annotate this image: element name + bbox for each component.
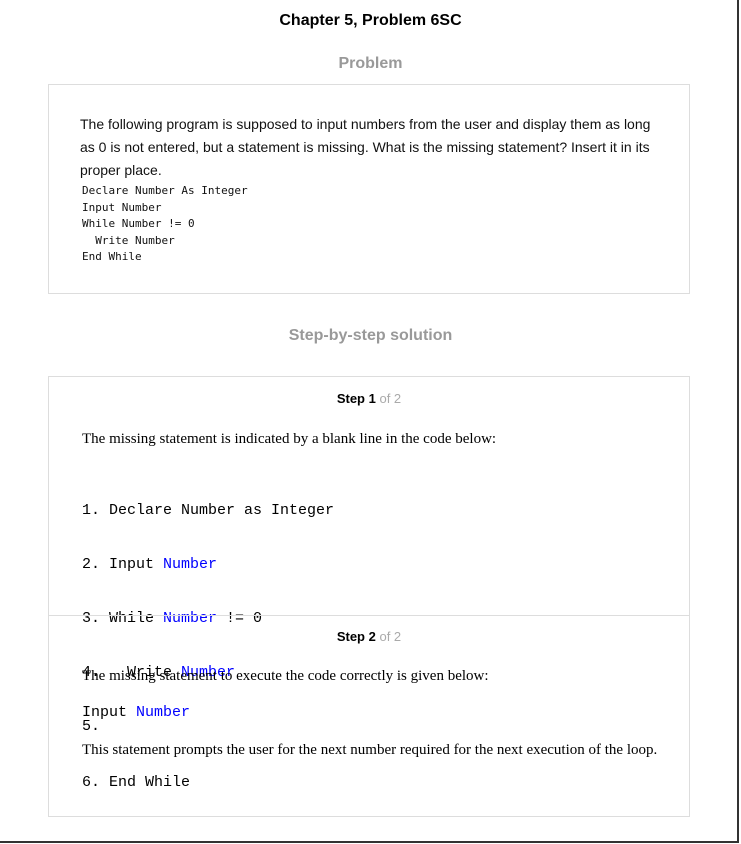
code-text: != 0 bbox=[217, 610, 263, 627]
code-keyword: Number bbox=[163, 610, 218, 627]
step-label: Step 1 bbox=[336, 391, 376, 406]
code-keyword: Number bbox=[136, 704, 191, 721]
code-line: 2. Input Number bbox=[82, 556, 334, 574]
step-divider bbox=[49, 615, 689, 616]
problem-box: The following program is supposed to inp… bbox=[48, 84, 690, 294]
solution-box: Step 1 of 2 The missing statement is ind… bbox=[48, 376, 690, 817]
code-line: Input Number bbox=[82, 200, 162, 214]
step-1-code: 1. Declare Number as Integer 2. Input Nu… bbox=[82, 466, 334, 828]
code-text: 6. End While bbox=[82, 774, 191, 791]
code-text: 2. Input bbox=[82, 556, 164, 573]
code-text: 3. While bbox=[82, 610, 164, 627]
step-count: of 2 bbox=[379, 629, 402, 644]
step-1-text: The missing statement is indicated by a … bbox=[82, 431, 497, 447]
code-line: 6. End While bbox=[82, 774, 334, 792]
step-2-code: Input Number bbox=[82, 704, 190, 722]
code-line: 1. Declare Number as Integer bbox=[82, 502, 334, 520]
step-2-text: The missing statement to execute the cod… bbox=[82, 668, 489, 684]
step-2-explanation: This statement prompts the user for the … bbox=[82, 742, 658, 758]
page-title: Chapter 5, Problem 6SC bbox=[279, 12, 462, 29]
code-line: Write Number bbox=[82, 233, 175, 247]
step-label: Step 2 bbox=[336, 629, 376, 644]
code-line: 3. While Number != 0 bbox=[82, 610, 334, 628]
problem-heading: Problem bbox=[338, 55, 403, 72]
step-2-header: Step 2 of 2 bbox=[49, 629, 689, 644]
problem-text: The following program is supposed to inp… bbox=[80, 116, 651, 178]
problem-code: Declare Number As Integer Input Number Whi… bbox=[82, 183, 248, 266]
code-line: End While bbox=[82, 250, 142, 264]
code-line: Declare Number As Integer bbox=[82, 184, 248, 197]
step-1-header: Step 1 of 2 bbox=[49, 391, 689, 406]
step-count: of 2 bbox=[379, 391, 402, 406]
code-line: While Number != 0 bbox=[82, 217, 195, 231]
code-text: Input bbox=[82, 704, 137, 721]
solution-heading: Step-by-step solution bbox=[288, 327, 453, 344]
code-text: 1. Declare Number as Integer bbox=[82, 502, 335, 519]
code-keyword: Number bbox=[163, 556, 218, 573]
